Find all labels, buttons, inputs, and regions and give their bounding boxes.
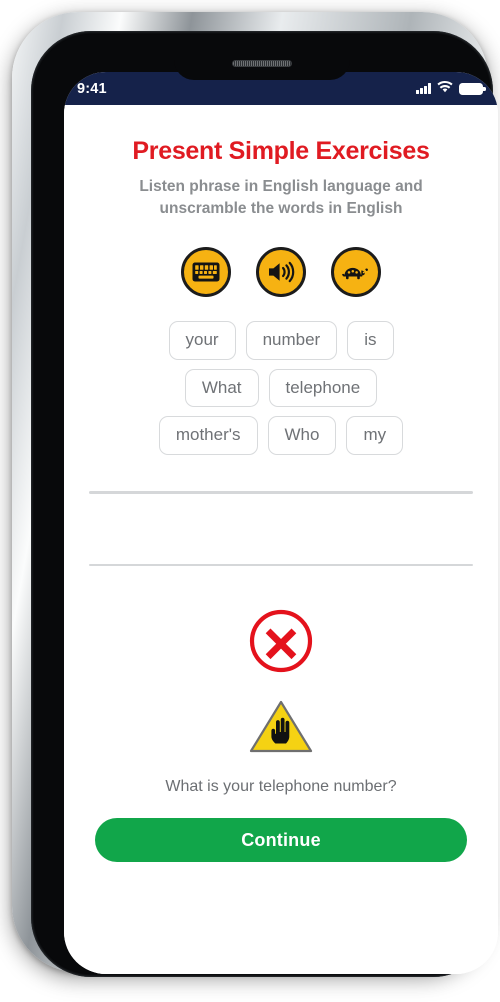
status-bar-time: 9:41 — [77, 80, 107, 97]
earpiece-speaker-icon — [232, 60, 292, 67]
page-title: Present Simple Exercises — [132, 137, 430, 165]
keyboard-button[interactable] — [181, 246, 231, 297]
answer-area — [78, 491, 484, 566]
wifi-icon — [437, 80, 453, 98]
exercise-screen: Present Simple Exercises Listen phrase i… — [64, 105, 498, 974]
turtle-button[interactable] — [331, 246, 381, 297]
continue-button[interactable]: Continue — [95, 818, 467, 862]
phone-notch — [174, 50, 350, 80]
phone-bezel: 9:41 Present Simple Exercises Listen phr… — [31, 31, 498, 977]
word-tile[interactable]: number — [245, 320, 338, 360]
warning-triangle-hand-icon — [249, 700, 313, 759]
word-tile[interactable]: my — [346, 416, 404, 455]
error-circle-x-icon — [248, 609, 314, 678]
warning-icon-wrap — [78, 699, 484, 760]
feedback-area: What is your telephone number? — [78, 608, 484, 796]
audio-controls — [78, 246, 484, 297]
phone-device-frame: 9:41 Present Simple Exercises Listen phr… — [12, 12, 498, 977]
status-bar-icons — [416, 80, 486, 98]
word-tile[interactable]: What — [184, 368, 259, 408]
correct-answer-text: What is your telephone number? — [165, 778, 397, 795]
word-row: What telephone — [78, 368, 484, 408]
answer-line[interactable] — [89, 491, 473, 494]
word-tile[interactable]: is — [347, 320, 394, 360]
battery-icon — [459, 82, 486, 95]
word-row: mother's Who my — [78, 416, 484, 455]
continue-button-label: Continue — [241, 829, 321, 850]
keyboard-icon — [192, 262, 220, 282]
turtle-icon — [341, 261, 371, 283]
word-tile[interactable]: Who — [267, 416, 337, 455]
word-bank: your number is What telephone mother's W… — [78, 320, 484, 455]
word-tile[interactable]: telephone — [268, 368, 378, 408]
phone-screen: 9:41 Present Simple Exercises Listen phr… — [64, 72, 498, 974]
word-tile[interactable]: mother's — [158, 416, 258, 455]
signal-bars-icon — [416, 83, 431, 94]
speaker-button[interactable] — [256, 246, 306, 297]
word-row: your number is — [78, 320, 484, 360]
answer-line[interactable] — [89, 563, 473, 566]
page-subtitle: Listen phrase in English language and un… — [139, 178, 423, 218]
word-tile[interactable]: your — [168, 320, 236, 360]
speaker-icon — [267, 260, 295, 284]
